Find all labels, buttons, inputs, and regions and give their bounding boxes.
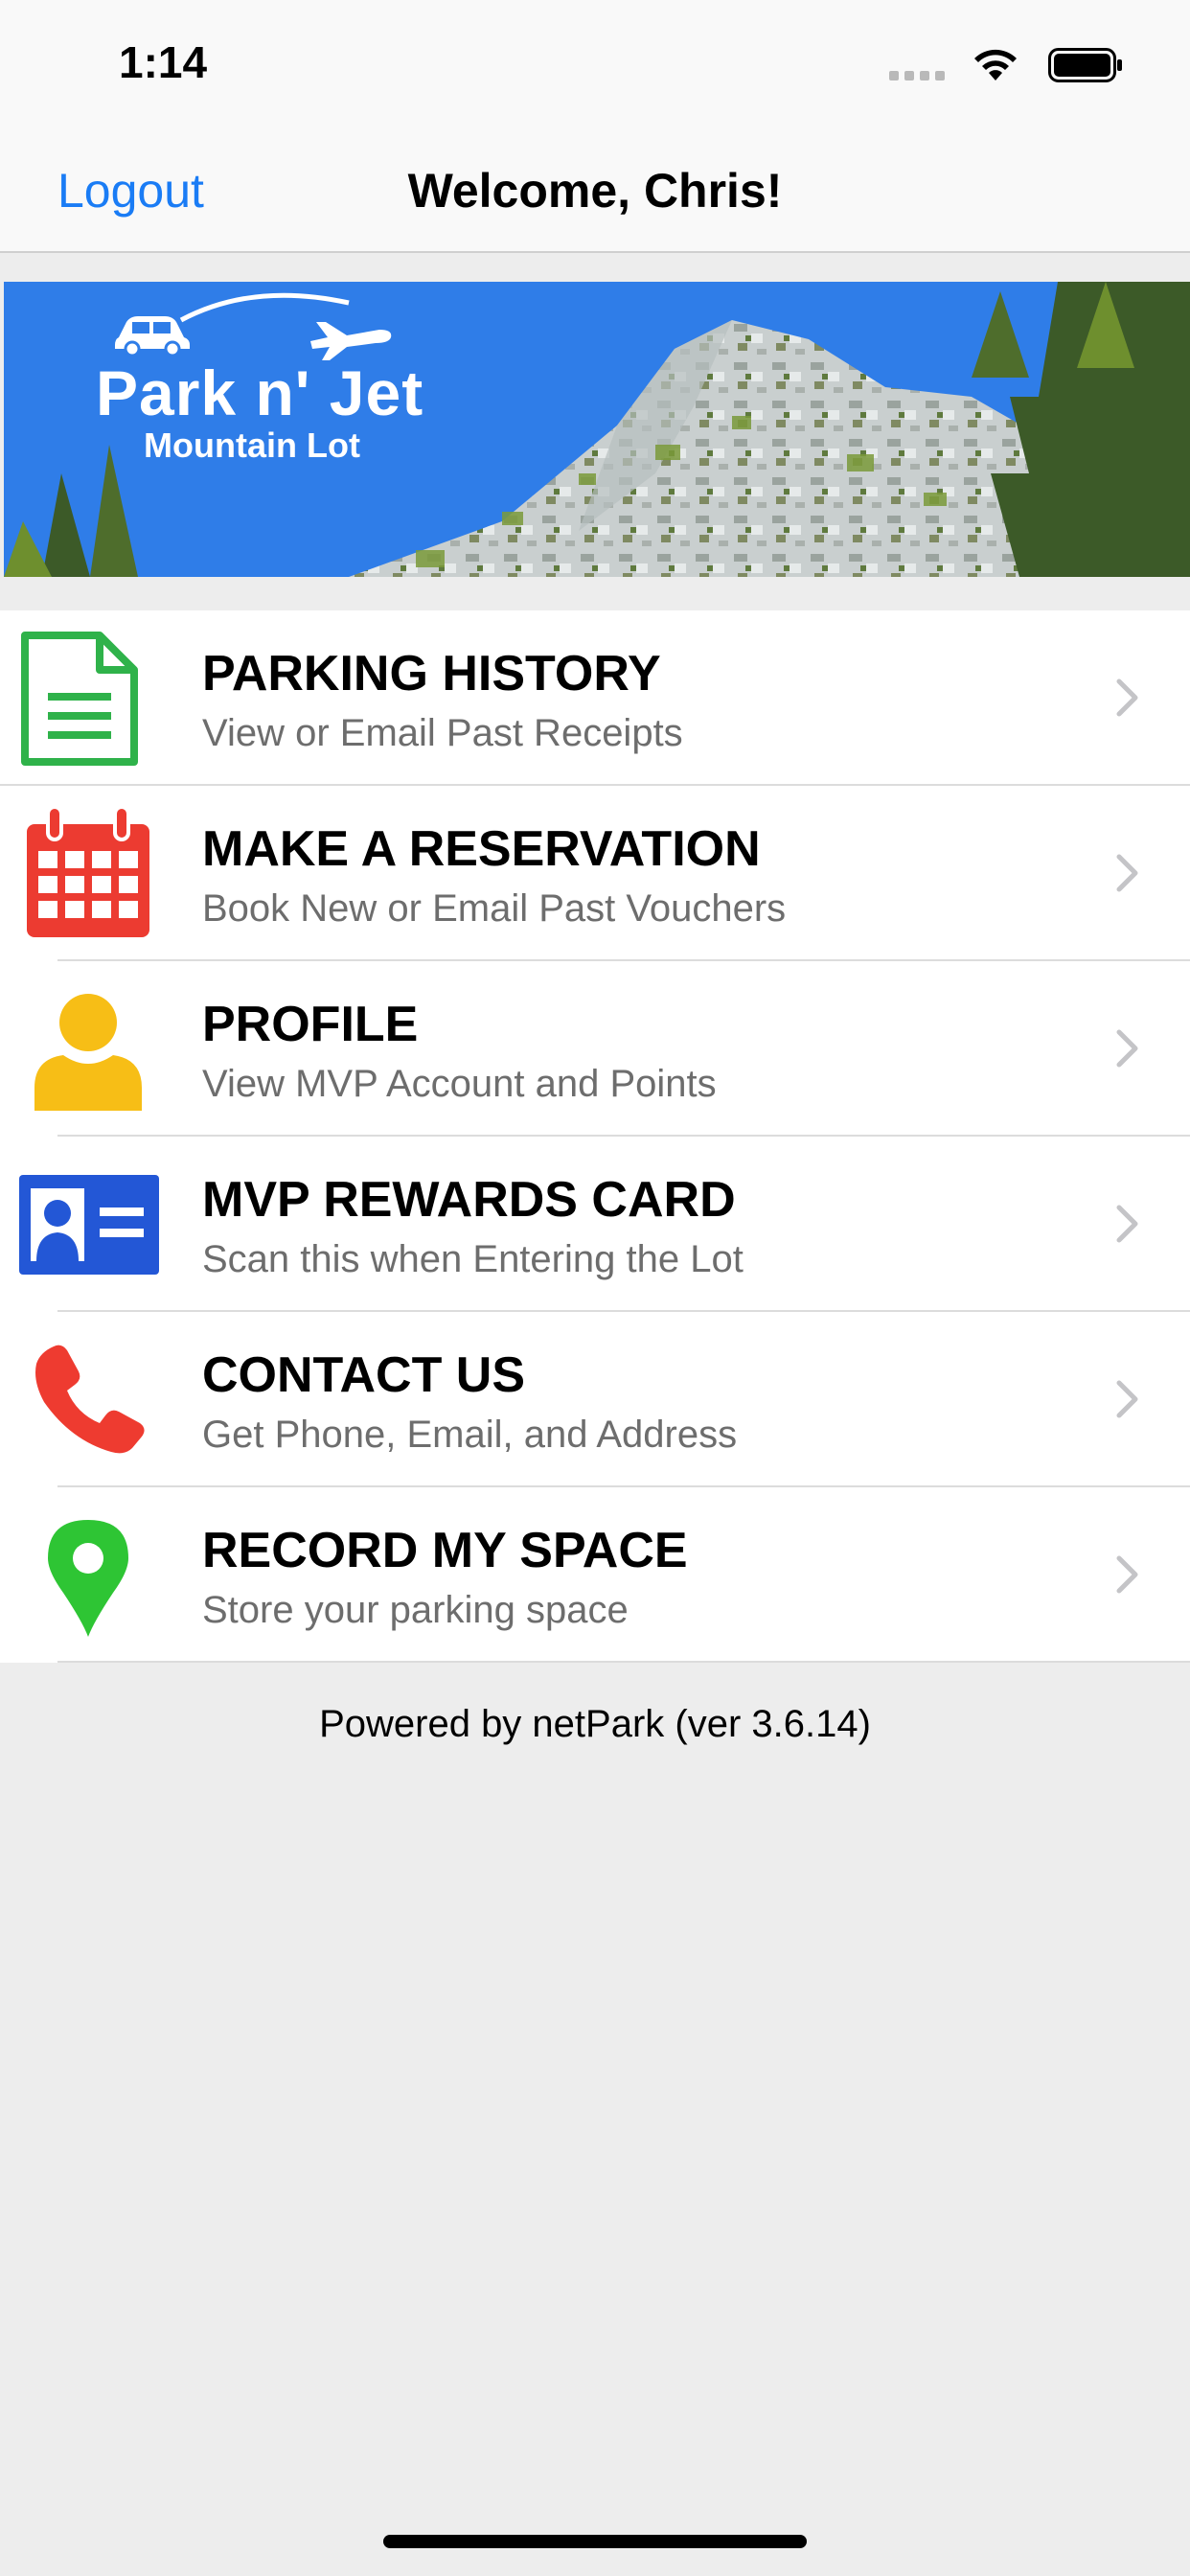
menu-list: PARKING HISTORY View or Email Past Recei… bbox=[0, 610, 1190, 1663]
menu-icon-wrap bbox=[0, 786, 178, 961]
person-icon bbox=[34, 994, 142, 1111]
brand-banner: Park n' Jet Mountain Lot bbox=[4, 282, 1190, 577]
menu-item-subtitle: View MVP Account and Points bbox=[202, 1063, 717, 1105]
menu-icon-wrap bbox=[0, 1487, 178, 1663]
page-title: Welcome, Chris! bbox=[407, 164, 783, 218]
menu-item-title: RECORD MY SPACE bbox=[202, 1523, 688, 1578]
menu-item-subtitle: Get Phone, Email, and Address bbox=[202, 1414, 738, 1456]
car-icon bbox=[115, 316, 190, 355]
menu-item-subtitle: View or Email Past Receipts bbox=[202, 712, 683, 754]
divider bbox=[57, 1661, 1190, 1663]
menu-icon-wrap bbox=[0, 1312, 178, 1487]
menu-item-subtitle: Store your parking space bbox=[202, 1589, 629, 1631]
signal-icon bbox=[889, 71, 945, 82]
navigation-bar: Logout Welcome, Chris! bbox=[0, 126, 1190, 253]
wifi-icon bbox=[974, 49, 1017, 80]
menu-item-contact-us[interactable]: CONTACT US Get Phone, Email, and Address bbox=[0, 1312, 1190, 1487]
menu-item-mvp-rewards-card[interactable]: MVP REWARDS CARD Scan this when Entering… bbox=[0, 1137, 1190, 1312]
status-icons bbox=[874, 42, 1123, 82]
menu-icon-wrap bbox=[0, 1137, 178, 1312]
menu-item-make-reservation[interactable]: MAKE A RESERVATION Book New or Email Pas… bbox=[0, 786, 1190, 961]
menu-item-subtitle: Scan this when Entering the Lot bbox=[202, 1238, 744, 1280]
menu-item-record-my-space[interactable]: RECORD MY SPACE Store your parking space bbox=[0, 1487, 1190, 1663]
menu-item-title: PARKING HISTORY bbox=[202, 646, 661, 702]
map-pin-icon bbox=[48, 1520, 128, 1637]
powered-by-text: Powered by netPark (ver 3.6.14) bbox=[319, 1703, 871, 1745]
chevron-right-icon bbox=[1116, 1380, 1138, 1418]
menu-item-subtitle: Book New or Email Past Vouchers bbox=[202, 887, 787, 930]
home-indicator[interactable] bbox=[383, 2535, 807, 2548]
brand-title: Park n' Jet bbox=[96, 357, 424, 428]
chevron-right-icon bbox=[1116, 678, 1138, 717]
battery-icon bbox=[1048, 48, 1122, 82]
airplane-icon bbox=[310, 322, 392, 360]
status-bar: 1:14 bbox=[0, 0, 1190, 126]
menu-item-title: MAKE A RESERVATION bbox=[202, 821, 761, 877]
id-card-icon bbox=[19, 1175, 159, 1275]
menu-item-title: CONTACT US bbox=[202, 1347, 526, 1403]
menu-item-title: PROFILE bbox=[202, 997, 419, 1052]
menu-icon-wrap bbox=[0, 961, 178, 1137]
brand-subtitle: Mountain Lot bbox=[144, 426, 360, 465]
menu-icon-wrap bbox=[0, 610, 178, 786]
chevron-right-icon bbox=[1116, 854, 1138, 892]
chevron-right-icon bbox=[1116, 1029, 1138, 1068]
chevron-right-icon bbox=[1116, 1205, 1138, 1243]
chevron-right-icon bbox=[1116, 1555, 1138, 1594]
status-time: 1:14 bbox=[119, 37, 208, 87]
menu-item-profile[interactable]: PROFILE View MVP Account and Points bbox=[0, 961, 1190, 1137]
calendar-icon bbox=[27, 807, 149, 937]
phone-icon bbox=[35, 1345, 145, 1454]
document-icon bbox=[21, 632, 138, 766]
menu-item-title: MVP REWARDS CARD bbox=[202, 1172, 736, 1228]
menu-item-parking-history[interactable]: PARKING HISTORY View or Email Past Recei… bbox=[0, 610, 1190, 786]
